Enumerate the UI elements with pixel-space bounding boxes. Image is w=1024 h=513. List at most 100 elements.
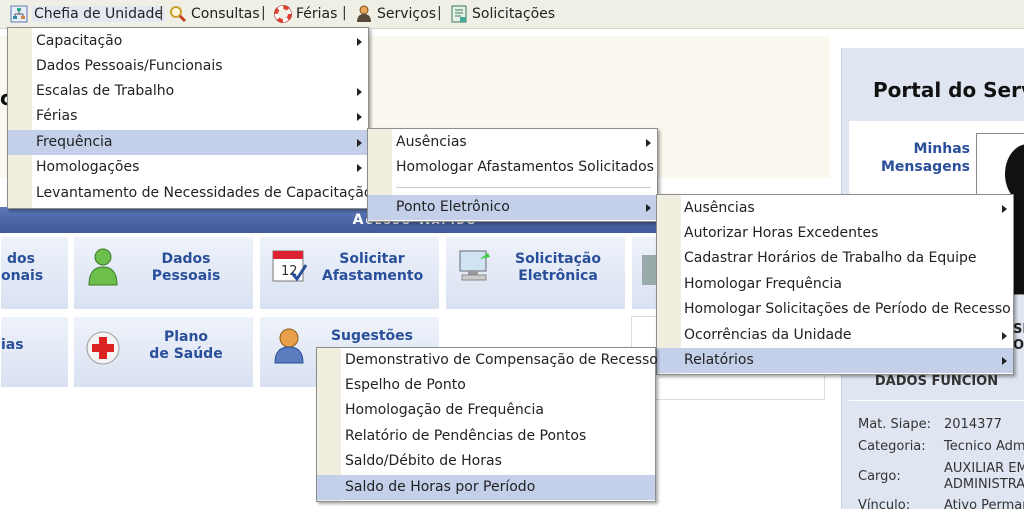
menu-item-escalas[interactable]: Escalas de Trabalho <box>8 79 368 104</box>
menu-item-label: Homologação de Frequência <box>345 402 544 418</box>
tile-dados-pessoais[interactable]: Dados Pessoais <box>73 236 254 310</box>
menu-item-saldo-por-periodo[interactable]: Saldo de Horas por Período <box>317 475 655 500</box>
relatorios-submenu: Demonstrativo de Compensação de Recesso … <box>316 347 658 502</box>
menu-item-label: Homologar Afastamentos Solicitados <box>396 159 654 175</box>
menu-item-label: Saldo de Horas por Período <box>345 479 536 495</box>
menu-item-ausencias[interactable]: Ausências <box>368 130 657 155</box>
submenu-arrow-icon <box>357 164 362 172</box>
menu-item-dados-pessoais[interactable]: Dados Pessoais/Funcionais <box>8 54 368 79</box>
minhas-mensagens-link[interactable]: Minhas Mensagens <box>870 140 970 176</box>
menu-item-label: Homologar Frequência <box>684 276 842 292</box>
tile-dados-funcionais[interactable]: dos onais <box>0 236 69 310</box>
calendar-icon: 12 <box>272 250 308 282</box>
menu-item-ocorrencias[interactable]: Ocorrências da Unidade <box>657 323 1013 348</box>
menu-item-frequencia[interactable]: Frequência <box>8 130 368 155</box>
menu-item-homologar-afastamentos[interactable]: Homologar Afastamentos Solicitados <box>368 155 657 180</box>
field-value: Ativo Perman <box>944 498 1024 513</box>
menu-consultas[interactable]: Consultas <box>169 0 260 28</box>
menu-item-cadastrar-horarios[interactable]: Cadastrar Horários de Trabalho da Equipe <box>657 246 1013 271</box>
menu-item-label: Ocorrências da Unidade <box>684 327 852 343</box>
submenu-arrow-icon <box>1002 357 1007 365</box>
menu-label: Consultas <box>191 6 260 22</box>
submenu-arrow-icon <box>646 139 651 147</box>
menu-item-label: Ausências <box>396 134 467 150</box>
chefia-dropdown-menu: Capacitação Dados Pessoais/Funcionais Es… <box>7 27 372 209</box>
menu-item-demonstrativo-recesso[interactable]: Demonstrativo de Compensação de Recesso <box>317 348 658 373</box>
menu-item-espelho-ponto[interactable]: Espelho de Ponto <box>317 373 655 398</box>
tile-label: Sugestões <box>330 328 414 344</box>
menu-item-label: Levantamento de Necessidades de Capacita… <box>36 185 373 201</box>
menu-item-levantamento[interactable]: Levantamento de Necessidades de Capacita… <box>8 181 372 206</box>
person-green-icon <box>88 248 118 286</box>
menu-item-homologacao-frequencia[interactable]: Homologação de Frequência <box>317 398 655 423</box>
form-icon <box>450 5 468 23</box>
tile-plano-saude[interactable]: Plano de Saúde <box>73 316 254 388</box>
menu-item-label: Escalas de Trabalho <box>36 83 175 99</box>
tile-ferias[interactable]: ias <box>0 316 69 388</box>
menu-item-label: Capacitação <box>36 33 123 49</box>
tile-label: Plano de Saúde <box>149 329 223 362</box>
menu-label: Solicitações <box>472 6 556 22</box>
name-fragment-1: SI <box>1013 322 1024 337</box>
submenu-arrow-icon <box>357 88 362 96</box>
menu-item-homologar-frequencia[interactable]: Homologar Frequência <box>657 272 1013 297</box>
name-fragment: SI OR <box>1013 322 1024 354</box>
menu-item-label: Relatórios <box>684 352 754 368</box>
menu-item-label: Ausências <box>684 200 755 216</box>
separator: | <box>159 5 164 21</box>
person-icon <box>355 5 373 23</box>
menu-item-label: Homologações <box>36 159 140 175</box>
menu-item-label: Saldo/Débito de Horas <box>345 453 502 469</box>
menu-item-relatorios[interactable]: Relatórios <box>657 348 1013 373</box>
field-value: 2014377 <box>944 417 1002 432</box>
dados-funcionais-title: DADOS FUNCION <box>874 374 999 389</box>
field-label: Cargo: <box>858 469 901 484</box>
menu-item-label: Demonstrativo de Compensação de Recesso <box>345 352 658 368</box>
portal-title: Portal do Serv <box>873 78 1024 102</box>
submenu-arrow-icon <box>357 113 362 121</box>
ponto-eletronico-submenu: Ausências Autorizar Horas Excedentes Cad… <box>656 194 1014 375</box>
field-label: Mat. Siape: <box>858 417 932 432</box>
menu-item-homologacoes[interactable]: Homologações <box>8 155 368 180</box>
tile-solicitacao-eletronica[interactable]: Solicitação Eletrônica <box>445 236 626 310</box>
field-label: Categoria: <box>858 439 926 454</box>
separator: | <box>342 5 347 21</box>
name-fragment-2: OR <box>1013 338 1024 353</box>
menu-item-autorizar-horas[interactable]: Autorizar Horas Excedentes <box>657 221 1013 246</box>
support-person-icon <box>274 328 304 364</box>
menu-chefia-de-unidade[interactable]: Chefia de Unidade <box>10 0 166 28</box>
field-value: AUXILIAR EM ADMINISTRA <box>944 461 1024 492</box>
menu-servicos[interactable]: Serviços <box>355 0 436 28</box>
menu-item-label: Férias <box>36 108 78 124</box>
menu-solicitacoes[interactable]: Solicitações <box>450 0 555 28</box>
menu-item-saldo-debito[interactable]: Saldo/Débito de Horas <box>317 449 655 474</box>
separator: | <box>261 5 266 21</box>
menu-item-pendencias-pontos[interactable]: Relatório de Pendências de Pontos <box>317 424 655 449</box>
submenu-arrow-icon <box>357 38 362 46</box>
tile-label: ias <box>1 337 24 353</box>
computer-icon <box>459 250 490 281</box>
menu-item-label: Dados Pessoais/Funcionais <box>36 58 223 74</box>
menu-item-label: Espelho de Ponto <box>345 377 466 393</box>
menu-item-ponto-eletronico[interactable]: Ponto Eletrônico <box>368 195 657 220</box>
menu-item-label: Ponto Eletrônico <box>396 199 510 215</box>
field-value: Tecnico Adm <box>944 439 1024 454</box>
top-menu-bar: Chefia de Unidade | Consultas | Férias |… <box>0 0 1024 29</box>
menu-item-label: Autorizar Horas Excedentes <box>684 225 879 241</box>
menu-label: Serviços <box>377 6 436 22</box>
tile-label: dos onais <box>1 251 44 284</box>
menu-item-homologar-recesso[interactable]: Homologar Solicitações de Período de Rec… <box>657 297 1013 322</box>
menu-item-ausencias[interactable]: Ausências <box>657 196 1013 221</box>
menu-item-label: Homologar Solicitações de Período de Rec… <box>684 301 1011 317</box>
lifebuoy-icon <box>274 5 292 23</box>
medical-cross-icon <box>86 331 120 365</box>
tile-solicitar-afastamento[interactable]: 12 Solicitar Afastamento <box>259 236 440 310</box>
menu-item-label: Cadastrar Horários de Trabalho da Equipe <box>684 250 977 266</box>
menu-item-capacitacao[interactable]: Capacitação <box>8 29 368 54</box>
menu-label: Chefia de Unidade <box>32 6 166 22</box>
frequencia-submenu: Ausências Homologar Afastamentos Solicit… <box>367 128 658 222</box>
menu-ferias[interactable]: Férias <box>274 0 337 28</box>
menu-item-ferias[interactable]: Férias <box>8 104 368 129</box>
menu-separator <box>396 187 651 188</box>
submenu-arrow-icon <box>646 204 651 212</box>
